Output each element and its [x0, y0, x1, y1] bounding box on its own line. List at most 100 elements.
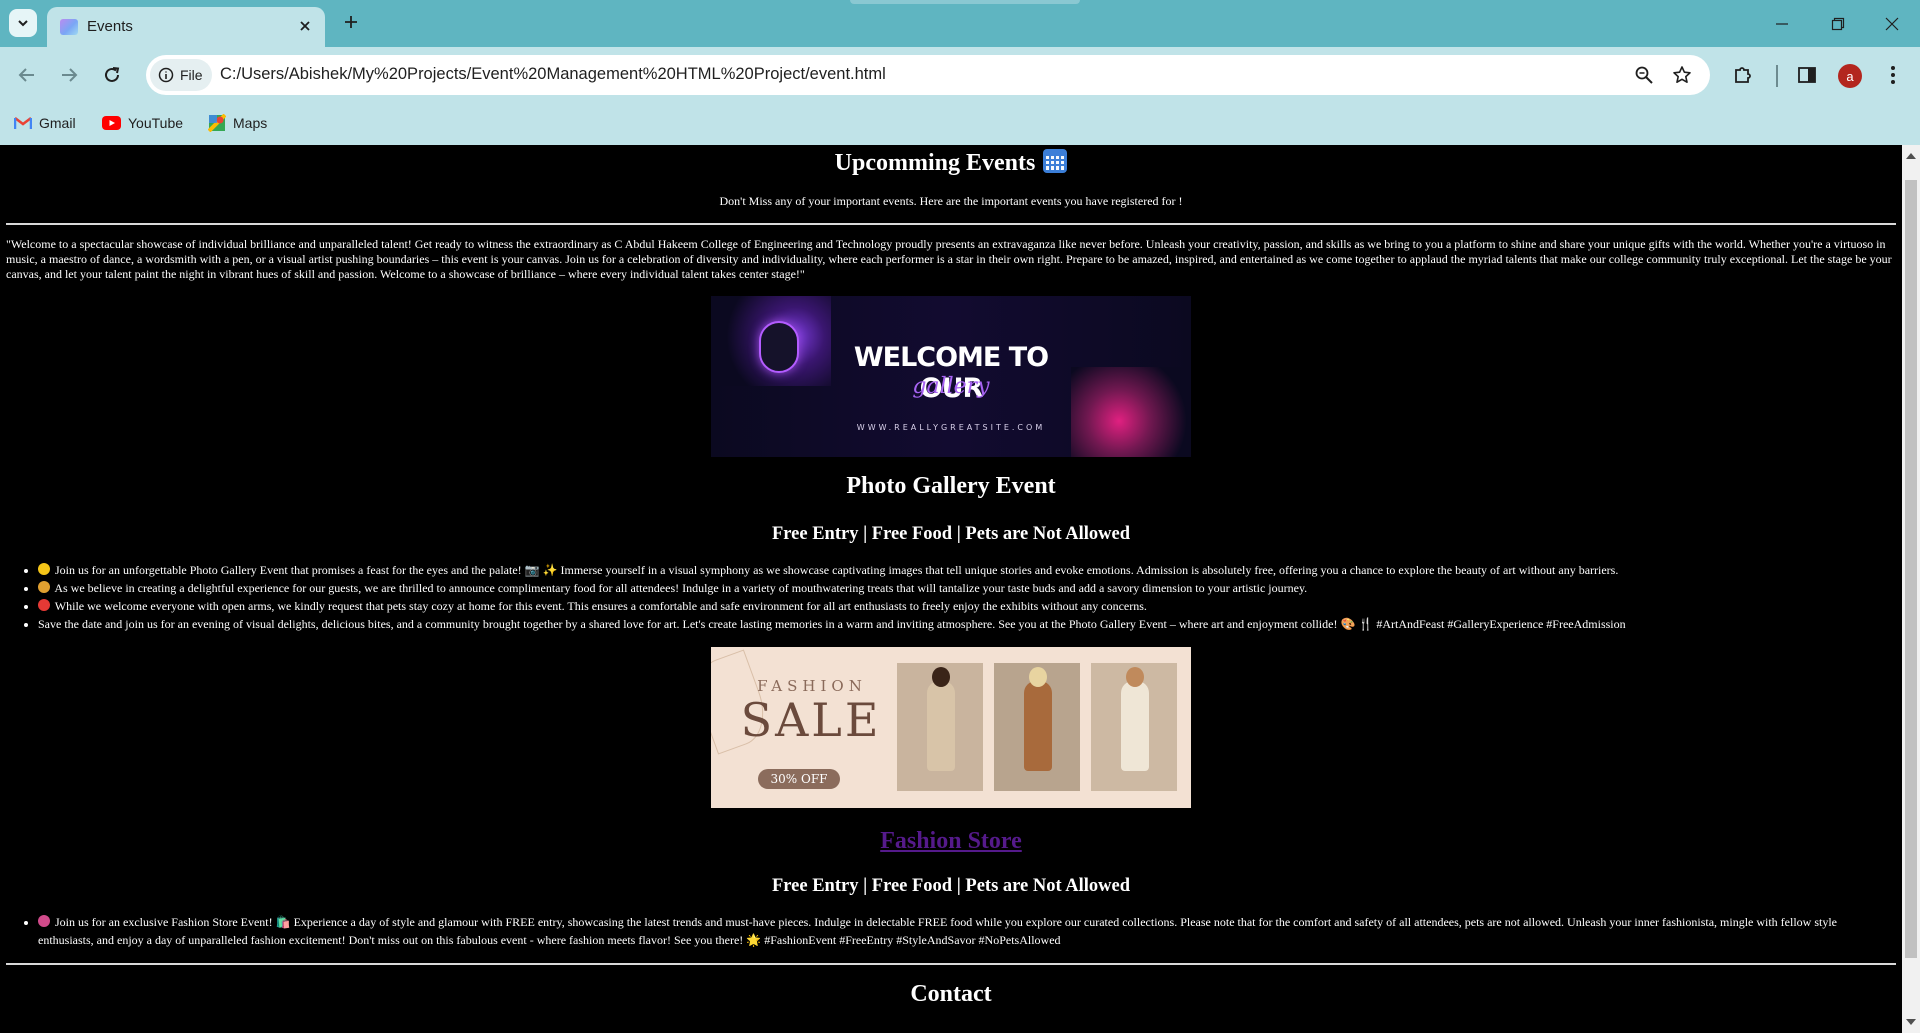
- no-entry-emoji-icon: [38, 599, 50, 611]
- fashion-store-link[interactable]: Fashion Store: [0, 828, 1902, 855]
- info-icon: [158, 67, 174, 83]
- window-close-button[interactable]: [1878, 10, 1906, 38]
- arrow-left-icon: [18, 68, 34, 82]
- contact-heading: Contact: [910, 981, 992, 1007]
- profile-avatar[interactable]: a: [1838, 64, 1862, 88]
- divider: [6, 223, 1896, 225]
- model-head: [1029, 667, 1047, 687]
- banner-script-text: gallery: [912, 374, 990, 399]
- reload-button[interactable]: [99, 62, 125, 88]
- bookmark-label: Gmail: [39, 115, 76, 131]
- page-title: Upcomming Events: [0, 145, 1902, 181]
- event-subtitle: Free Entry | Free Food | Pets are Not Al…: [771, 524, 1131, 544]
- plus-icon: [345, 16, 357, 28]
- model-head: [932, 667, 950, 687]
- divider: [6, 963, 1896, 965]
- event-details-list: Join us for an unforgettable Photo Galle…: [38, 561, 1888, 633]
- page-title-text: Upcomming Events: [834, 150, 1036, 176]
- zoom-icon: [1635, 66, 1653, 84]
- extensions-button[interactable]: [1730, 62, 1756, 88]
- model-head: [1126, 667, 1144, 687]
- minimize-icon: [1776, 23, 1788, 25]
- toolbar-separator: [1776, 65, 1778, 87]
- list-item-text: As we believe in creating a delightful e…: [54, 581, 1308, 595]
- bookmark-label: YouTube: [128, 115, 184, 131]
- bookmark-youtube[interactable]: YouTube: [102, 111, 183, 135]
- site-chip-label: File: [180, 67, 203, 83]
- scrollbar-thumb[interactable]: [1905, 180, 1917, 958]
- side-panel-button[interactable]: [1794, 62, 1820, 88]
- fashion-sale-banner-image: FASHION SALE 30% OFF: [711, 647, 1191, 808]
- gmail-icon: [14, 117, 32, 129]
- model-figure: [1024, 681, 1052, 771]
- restore-button[interactable]: [1824, 10, 1852, 38]
- more-vert-icon: [1891, 66, 1895, 84]
- sun-emoji-icon: [38, 563, 50, 575]
- model-photo: [994, 663, 1080, 791]
- bookmark-label: Maps: [233, 115, 268, 131]
- list-item: Join us for an unforgettable Photo Galle…: [38, 561, 1888, 579]
- restore-icon: [1831, 17, 1845, 31]
- event-title: Photo Gallery Event: [846, 473, 1056, 499]
- banner-url-text: WWW.REALLYGREATSITE.COM: [856, 423, 1046, 432]
- intro-paragraph: "Welcome to a spectacular showcase of in…: [6, 237, 1892, 281]
- page-subtitle: Don't Miss any of your important events.…: [719, 194, 1183, 208]
- party-emoji-icon: [38, 915, 50, 927]
- forward-button[interactable]: [56, 62, 82, 88]
- keyboard-graphic: [1071, 367, 1191, 457]
- tab-title: Events: [87, 18, 133, 35]
- tab-events[interactable]: Events: [47, 7, 325, 47]
- model-photo: [897, 663, 983, 791]
- minimize-button[interactable]: [1768, 10, 1796, 38]
- side-panel-icon: [1798, 67, 1816, 83]
- page-favicon-icon: [60, 19, 78, 35]
- tab-search-button[interactable]: [9, 9, 37, 37]
- bookmark-star-button[interactable]: [1670, 63, 1694, 87]
- window-drag-shadow: [850, 0, 1080, 4]
- back-button[interactable]: [14, 62, 40, 88]
- banner-discount-badge: 30% OFF: [758, 769, 840, 789]
- browser-toolbar: File C:/Users/Abishek/My%20Projects/Even…: [0, 47, 1920, 103]
- list-item: While we welcome everyone with open arms…: [38, 597, 1888, 615]
- event-subtitle: Free Entry | Free Food | Pets are Not Al…: [771, 876, 1131, 896]
- address-bar[interactable]: File C:/Users/Abishek/My%20Projects/Even…: [146, 55, 1710, 95]
- food-emoji-icon: [38, 581, 50, 593]
- mouse-graphic: [759, 321, 799, 373]
- event-details-list: Join us for an exclusive Fashion Store E…: [38, 913, 1888, 949]
- page-viewport: Upcomming Events Don't Miss any of your …: [0, 145, 1902, 1033]
- youtube-icon: [102, 116, 121, 130]
- list-item: Save the date and join us for an evening…: [38, 615, 1888, 633]
- browser-menu-button[interactable]: [1880, 62, 1906, 88]
- tab-close-button[interactable]: [295, 16, 315, 36]
- zoom-button[interactable]: [1632, 63, 1656, 87]
- gallery-banner-image: WELCOME TO OUR gallery WWW.REALLYGREATSI…: [711, 296, 1191, 457]
- list-item-text: Join us for an unforgettable Photo Galle…: [55, 563, 1619, 577]
- chevron-down-icon: [18, 20, 28, 27]
- bookmarks-bar: Gmail YouTube Maps: [0, 103, 1920, 145]
- bookmark-maps[interactable]: Maps: [208, 111, 267, 135]
- page-scrollbar[interactable]: [1902, 145, 1920, 1033]
- list-item: Join us for an exclusive Fashion Store E…: [38, 913, 1888, 949]
- banner-sale-text: SALE: [740, 693, 882, 747]
- calendar-icon: [1043, 149, 1068, 173]
- list-item: As we believe in creating a delightful e…: [38, 579, 1888, 597]
- model-photo: [1091, 663, 1177, 791]
- model-figure: [1121, 681, 1149, 771]
- arrow-right-icon: [62, 68, 78, 82]
- close-icon: [300, 21, 310, 31]
- list-item-text: Save the date and join us for an evening…: [38, 617, 1626, 631]
- puzzle-icon: [1735, 67, 1751, 83]
- reload-icon: [105, 67, 120, 82]
- star-icon: [1673, 66, 1691, 83]
- title-bar: Events: [0, 0, 1920, 47]
- list-item-text: Join us for an exclusive Fashion Store E…: [38, 915, 1838, 947]
- maps-icon: [208, 114, 226, 132]
- scroll-up-arrow-icon[interactable]: [1906, 153, 1916, 159]
- url-text[interactable]: C:/Users/Abishek/My%20Projects/Event%20M…: [220, 65, 886, 84]
- bookmark-gmail[interactable]: Gmail: [14, 111, 76, 135]
- model-figure: [927, 681, 955, 771]
- new-tab-button[interactable]: [340, 11, 362, 33]
- scroll-down-arrow-icon[interactable]: [1906, 1019, 1916, 1025]
- close-icon: [1885, 17, 1899, 31]
- site-info-chip[interactable]: File: [150, 59, 212, 91]
